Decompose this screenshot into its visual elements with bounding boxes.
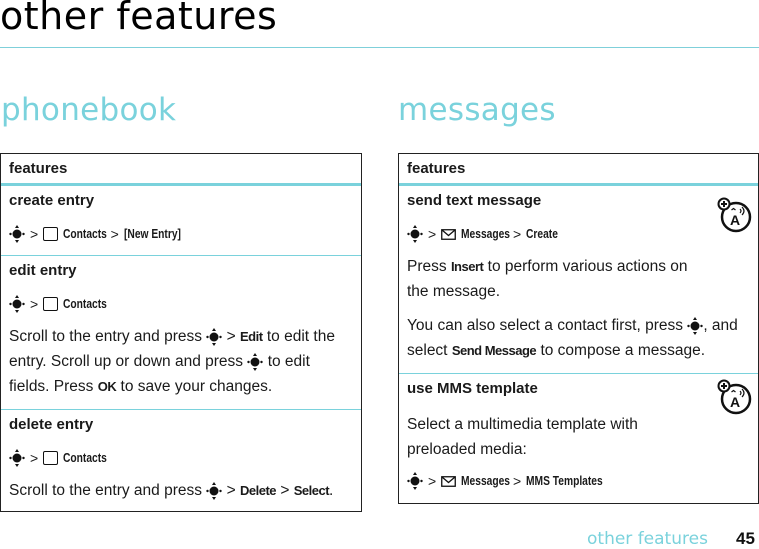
separator: >: [428, 473, 437, 489]
contacts-icon: [43, 297, 59, 311]
nav-key-icon: [687, 317, 703, 335]
menu-item-new-entry: [New Entry]: [123, 227, 181, 241]
menu-path: > Contacts: [9, 294, 353, 314]
table-header: features: [1, 154, 361, 186]
phonebook-table: features create entry > Contacts > [New …: [0, 153, 362, 512]
text: Scroll to the entry and press: [9, 482, 202, 499]
menu-path: > Contacts: [9, 448, 353, 468]
messages-table: features send text message > Messages > …: [398, 153, 759, 504]
table-header: features: [399, 154, 758, 186]
separator: >: [512, 226, 522, 242]
row-title: use MMS template: [407, 380, 538, 397]
text: to perform various actions on the messag…: [407, 258, 688, 300]
menu-item-messages: Messages: [461, 227, 511, 241]
text: Press: [407, 258, 447, 275]
text: You can also select a contact first, pre…: [407, 317, 683, 334]
row-description: Scroll to the entry and press > Delete >…: [9, 478, 353, 503]
messages-icon: [441, 228, 457, 240]
text: Scroll to the entry and press: [9, 328, 202, 345]
table-row: create entry > Contacts > [New Entry]: [1, 186, 361, 256]
separator: >: [30, 450, 39, 466]
row-title: create entry: [9, 192, 95, 209]
separator: >: [110, 226, 119, 242]
menu-path: > Messages > MMS Templates: [407, 471, 750, 491]
nav-key-icon: [247, 353, 263, 371]
table-row: edit entry > Contacts Scroll to the entr…: [1, 256, 361, 410]
title-divider: [0, 47, 759, 48]
menu-item-contacts: Contacts: [63, 451, 108, 465]
row-title: send text message: [407, 192, 542, 209]
separator: >: [30, 226, 39, 242]
menu-path: > Messages > Create: [407, 224, 750, 244]
row-title: edit entry: [9, 262, 77, 279]
keyword-delete: Delete: [240, 483, 277, 498]
keyword-send-message: Send Message: [451, 343, 537, 358]
contacts-icon: [43, 451, 59, 465]
separator: >: [428, 226, 437, 242]
table-row: send text message > Messages > Create Pr…: [399, 186, 758, 374]
menu-item-contacts: Contacts: [63, 297, 108, 311]
keyword-edit: Edit: [240, 329, 263, 344]
table-row: use MMS template Select a multimedia tem…: [399, 374, 758, 503]
nav-key-icon: [407, 225, 423, 243]
text: to compose a message.: [540, 342, 706, 359]
keyword-ok: OK: [97, 379, 117, 394]
nav-key-icon: [9, 449, 25, 467]
nav-key-icon: [9, 295, 25, 313]
row-title: delete entry: [9, 416, 94, 433]
section-title-phonebook: phonebook: [1, 92, 177, 128]
messages-icon: [441, 475, 457, 487]
row-description: Select a multimedia template with preloa…: [407, 416, 638, 458]
nav-key-icon: [407, 472, 423, 490]
menu-item-contacts: Contacts: [63, 227, 108, 241]
menu-item-mms-templates: MMS Templates: [526, 474, 603, 488]
table-row: delete entry > Contacts Scroll to the en…: [1, 410, 361, 511]
row-description: You can also select a contact first, pre…: [407, 313, 750, 363]
network-feature-icon: [716, 378, 754, 416]
menu-item-create: Create: [526, 227, 559, 241]
menu-path: > Contacts > [New Entry]: [9, 224, 353, 244]
separator: >: [30, 296, 39, 312]
contacts-icon: [43, 227, 59, 241]
nav-key-icon: [9, 225, 25, 243]
separator: >: [226, 328, 236, 345]
network-feature-icon: [716, 196, 754, 234]
separator: >: [280, 482, 290, 499]
nav-key-icon: [206, 482, 222, 500]
text: .: [329, 482, 334, 499]
keyword-insert: Insert: [450, 259, 484, 274]
row-description: Scroll to the entry and press > Edit to …: [9, 324, 353, 399]
separator: >: [226, 482, 236, 499]
section-title-messages: messages: [398, 92, 556, 128]
keyword-select: Select: [293, 483, 330, 498]
text: to save your changes.: [120, 378, 273, 395]
page-title: other features: [0, 0, 278, 38]
menu-item-messages: Messages: [461, 474, 511, 488]
nav-key-icon: [206, 328, 222, 346]
separator: >: [512, 473, 522, 489]
page-number: 45: [736, 529, 755, 548]
footer-section-label: other features: [587, 529, 708, 549]
row-description: Press Insert to perform various actions …: [407, 254, 707, 304]
